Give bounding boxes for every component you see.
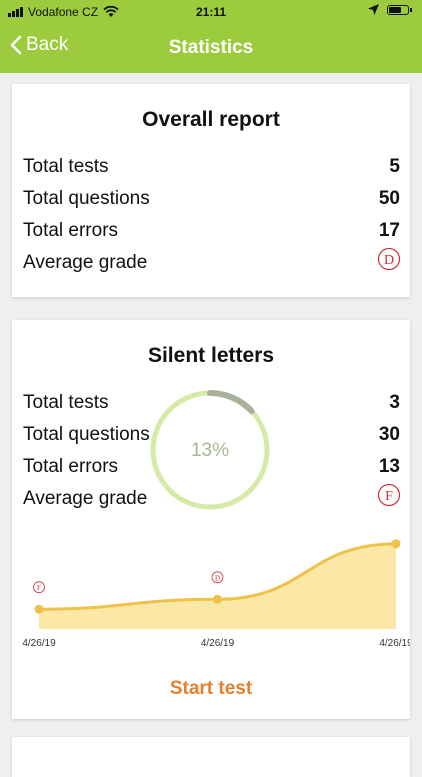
stat-label: Total errors (23, 220, 119, 241)
chart-grade-badge: D (211, 571, 224, 584)
stat-label: Total questions (23, 188, 150, 209)
svg-text:D: D (215, 574, 220, 582)
grade-chart: F4/26/19D4/26/19A4/26/19 (22, 539, 410, 649)
svg-text:F: F (37, 584, 41, 592)
chart-point (213, 594, 222, 604)
grade-d-icon: D (377, 247, 401, 271)
stat-value: 17 (378, 220, 400, 241)
stat-label: Total errors (23, 456, 119, 477)
battery-icon (387, 4, 412, 15)
svg-text:D: D (384, 253, 394, 268)
stat-value: 5 (389, 156, 400, 177)
card-title: Overall report (142, 108, 280, 131)
stat-value: 3 (389, 392, 400, 413)
stat-row-total-tests: Total tests 3 (23, 392, 400, 418)
svg-text:F: F (385, 489, 393, 504)
x-tick-label: 4/26/19 (22, 638, 56, 649)
stat-label: Average grade (23, 252, 148, 273)
stat-label: Average grade (23, 488, 148, 509)
card-title: Silent letters (147, 344, 275, 367)
page-title: Statistics (168, 37, 254, 58)
stat-row-total-tests: Total tests 5 (23, 156, 400, 182)
top-bar: Vodafone CZ 21:11 Back Statistics (0, 0, 422, 73)
stat-row-total-questions: Total questions 50 (23, 188, 400, 214)
stat-row-average-grade: Average grade F (23, 483, 401, 514)
chart-grade-badge: F (33, 581, 45, 594)
location-arrow-icon (368, 4, 379, 15)
nav-bar: Back Statistics (0, 24, 422, 73)
chart-area (39, 543, 396, 629)
x-tick-label: 4/26/19 (201, 638, 235, 649)
stat-row-total-errors: Total errors 13 (23, 456, 400, 482)
overall-report-card: Overall report Total tests 5 Total quest… (12, 84, 410, 297)
status-bar: Vodafone CZ 21:11 (0, 0, 422, 24)
silent-letters-card: Silent letters 13% Total tests 3 Total q… (12, 320, 410, 719)
x-tick-label: 4/26/19 (379, 638, 410, 649)
stat-row-total-questions: Total questions 30 (23, 424, 400, 450)
stat-label: Total tests (23, 156, 109, 177)
stat-value: 13 (378, 456, 400, 477)
stat-row-total-errors: Total errors 17 (23, 220, 400, 246)
chart-point (391, 539, 401, 549)
stat-label: Total tests (23, 392, 109, 413)
stat-label: Total questions (23, 424, 150, 445)
status-time: 21:11 (195, 5, 227, 19)
grade-f-icon: F (377, 483, 401, 507)
next-card (12, 737, 410, 777)
stat-row-average-grade: Average grade D (23, 247, 401, 278)
start-test-button[interactable]: Start test (12, 678, 410, 700)
chart-point (34, 604, 44, 614)
stat-value: 30 (378, 424, 400, 445)
stat-value: 50 (378, 188, 400, 209)
